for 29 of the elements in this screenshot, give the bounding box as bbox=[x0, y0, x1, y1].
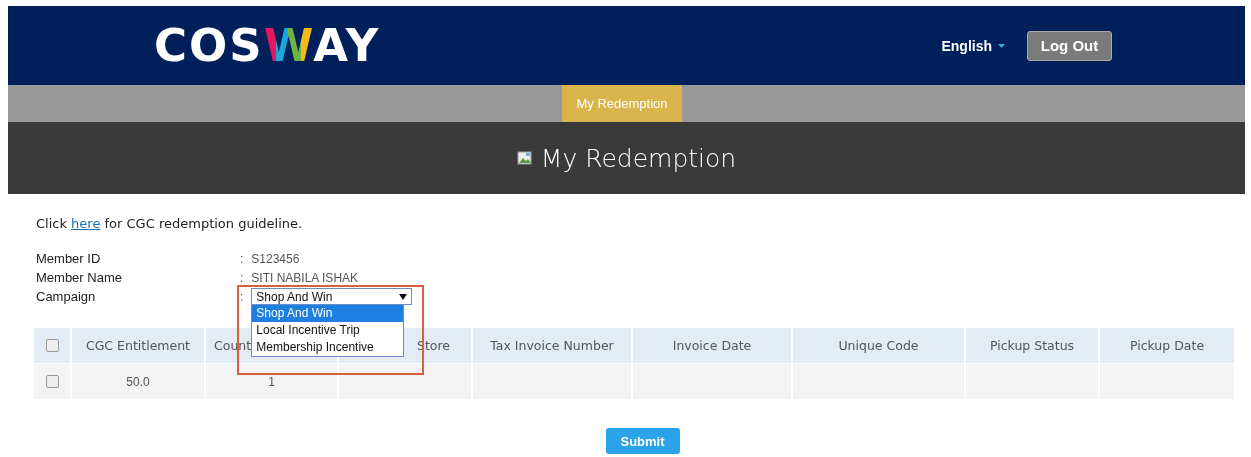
field-value: S123456 bbox=[251, 251, 300, 266]
logout-button[interactable]: Log Out bbox=[1027, 30, 1112, 61]
row-checkbox[interactable] bbox=[45, 375, 59, 388]
field-label: Member Name bbox=[36, 270, 123, 285]
caret-icon bbox=[399, 293, 408, 300]
colon-text: : bbox=[240, 251, 244, 266]
select-all-checkbox[interactable] bbox=[45, 339, 59, 352]
page-title: My Redemption bbox=[540, 143, 737, 173]
language-dropdown[interactable]: English bbox=[941, 37, 1005, 54]
submit-button[interactable]: Submit bbox=[605, 428, 680, 454]
colon-text: : bbox=[240, 270, 244, 285]
column-header: CGC Entitlement bbox=[72, 328, 206, 363]
column-header: Pickup Status bbox=[966, 328, 1100, 363]
table-cell: 1 bbox=[206, 363, 339, 399]
colon-text: : bbox=[240, 289, 244, 304]
broken-image-icon bbox=[516, 150, 533, 166]
caret-icon bbox=[998, 43, 1005, 48]
column-header: Tax Invoice Number bbox=[473, 328, 633, 363]
here-link[interactable]: here bbox=[71, 216, 101, 231]
table-cell: 50.0 bbox=[72, 363, 206, 399]
column-header: Unique Code bbox=[793, 328, 966, 363]
column-header: Invoice Date bbox=[633, 328, 793, 363]
guideline-text: Click here for CGC redemption guideline. bbox=[36, 216, 304, 231]
cosway-logo: COSWAY bbox=[154, 19, 381, 72]
dropdown-option[interactable]: Shop And Win bbox=[252, 305, 404, 322]
field-label: Member ID bbox=[36, 251, 102, 266]
column-header: Pickup Date bbox=[1100, 328, 1236, 363]
field-label: Campaign bbox=[36, 289, 97, 304]
field-value: SITI NABILA ISHAK bbox=[251, 270, 359, 285]
